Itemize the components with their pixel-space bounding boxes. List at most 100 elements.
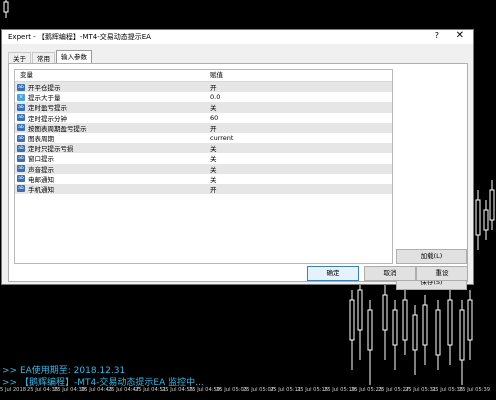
param-value[interactable]: current: [205, 134, 392, 142]
table-row[interactable]: ab 电邮通知关: [15, 174, 392, 184]
ab-icon: ab: [17, 103, 25, 111]
candle-body: [392, 309, 398, 346]
candle-body: [489, 189, 495, 221]
param-value[interactable]: 关: [205, 143, 392, 153]
param-value[interactable]: 60: [205, 114, 392, 122]
param-value[interactable]: 关: [205, 153, 392, 163]
ab-icon: ab: [17, 185, 25, 193]
param-name-cell: ab 按图表周期盈亏提示: [15, 123, 205, 133]
param-value[interactable]: 关: [205, 174, 392, 184]
time-label: 25 Jul 05:39: [459, 387, 491, 393]
candle-body: [483, 209, 489, 231]
time-axis: 5 Jul 2018 25 Jul 04:35 25 Jul 04:39 25 Jul…: [0, 387, 496, 400]
table-row[interactable]: ab 按图表周期盈亏提示开: [15, 122, 392, 133]
candle-body: [459, 309, 465, 361]
time-label: 5 Jul 2018: [0, 387, 27, 393]
table-row[interactable]: ab 定时盈亏提示关: [15, 102, 392, 113]
table-row[interactable]: ab 开平仓提示开: [15, 82, 392, 93]
time-label: 25 Jul 05:31: [405, 387, 437, 393]
time-label: 25 Jul 05:11: [270, 387, 302, 393]
time-label: 25 Jul 05:23: [351, 387, 383, 393]
time-label: 25 Jul 04:47: [108, 387, 140, 393]
candle-body: [382, 294, 388, 331]
cancel-button[interactable]: 取消: [364, 266, 416, 281]
param-name: 定时只提示亏损: [28, 145, 74, 154]
param-value[interactable]: 0.0: [205, 93, 392, 101]
ab-icon: ab: [17, 124, 25, 132]
table-row[interactable]: ab 声音提示关: [15, 163, 392, 174]
table-header: 变量 赋值: [15, 70, 392, 82]
candle-body: [349, 299, 355, 341]
candle-body: [467, 299, 473, 341]
param-name-cell: ab 电邮通知: [15, 174, 205, 184]
param-value[interactable]: 开: [205, 123, 392, 133]
candle-body: [357, 289, 363, 331]
dialog-title: Expert - 【鹅辉编程】-MT4-交易动态提示EA: [8, 33, 151, 41]
param-value[interactable]: 关: [205, 102, 392, 112]
load-button[interactable]: 加载(L): [396, 249, 467, 264]
param-name-cell: ab 手机通知: [15, 184, 205, 194]
inputs-panel: 变量 赋值 ab 开平仓提示开 V 提示大于量 0.0 ab 定时盈亏提示关 ab 定时提示分钟…: [8, 63, 468, 290]
candle-body: [422, 304, 428, 346]
table-row[interactable]: ab 定时提示分钟 60: [15, 113, 392, 123]
param-name: 开平仓提示: [28, 84, 61, 93]
parameters-table: 变量 赋值 ab 开平仓提示开 V 提示大于量 0.0 ab 定时盈亏提示关 ab 定时提示分钟…: [14, 69, 393, 264]
table-row[interactable]: ab 定时只提示亏损关: [15, 143, 392, 154]
time-label: 25 Jul 05:35: [432, 387, 464, 393]
param-value[interactable]: 开: [205, 184, 392, 194]
param-name-cell: ab 定时只提示亏损: [15, 143, 205, 153]
help-icon[interactable]: ?: [435, 31, 439, 40]
expert-properties-dialog: Expert - 【鹅辉编程】-MT4-交易动态提示EA ? ✕ 关于 常用 输…: [1, 29, 474, 290]
ab-icon: ab: [17, 114, 25, 122]
time-label: 25 Jul 04:51: [135, 387, 167, 393]
candle-body: [3, 1, 9, 13]
v2-icon: V: [17, 93, 25, 101]
param-name: 声音提示: [28, 165, 54, 174]
close-icon[interactable]: ✕: [456, 30, 464, 41]
param-name: 定时盈亏提示: [28, 104, 67, 113]
table-row[interactable]: ab 窗口提示关: [15, 153, 392, 163]
table-row[interactable]: V 提示大于量 0.0: [15, 92, 392, 102]
candle-body: [435, 309, 441, 356]
param-name: 手机通知: [28, 185, 54, 194]
time-label: 25 Jul 05:15: [297, 387, 329, 393]
table-body: ab 开平仓提示开 V 提示大于量 0.0 ab 定时盈亏提示关 ab 定时提示分钟 60 ab 按图…: [15, 82, 392, 195]
time-label: 25 Jul 05:03: [216, 387, 248, 393]
time-label: 25 Jul 04:39: [54, 387, 86, 393]
header-variable: 变量: [20, 71, 33, 79]
ok-button[interactable]: 确定: [307, 266, 359, 281]
time-label: 25 Jul 04:43: [81, 387, 113, 393]
param-name: 定时提示分钟: [28, 114, 67, 123]
ab-icon: ab: [17, 154, 25, 162]
ab-icon: ab: [17, 134, 25, 142]
candle-body: [402, 299, 408, 341]
time-label: 25 Jul 05:27: [378, 387, 410, 393]
header-value: 赋值: [210, 71, 223, 79]
ab-icon: ab: [17, 83, 25, 91]
param-name: 提示大于量: [28, 94, 61, 103]
param-name: 电邮通知: [28, 175, 54, 184]
time-label: 25 Jul 04:59: [189, 387, 221, 393]
param-name-cell: ab 开平仓提示: [15, 82, 205, 92]
param-name: 图表周期: [28, 135, 54, 144]
param-value[interactable]: 开: [205, 82, 392, 92]
ab-icon: ab: [17, 175, 25, 183]
ab-icon: ab: [17, 165, 25, 173]
table-row[interactable]: ab 手机通知开: [15, 183, 392, 195]
candle-body: [447, 299, 453, 346]
param-value[interactable]: 关: [205, 164, 392, 174]
param-name-cell: ab 窗口提示: [15, 153, 205, 163]
table-row[interactable]: ab 图表周期 current: [15, 133, 392, 143]
param-name-cell: ab 定时提示分钟: [15, 113, 205, 123]
param-name: 窗口提示: [28, 155, 54, 164]
param-name-cell: ab 图表周期: [15, 133, 205, 143]
time-label: 25 Jul 05:19: [324, 387, 356, 393]
dialog-titlebar[interactable]: Expert - 【鹅辉编程】-MT4-交易动态提示EA ? ✕: [2, 30, 473, 44]
param-name-cell: ab 声音提示: [15, 164, 205, 174]
tab-bar: 关于 常用 输入参数: [8, 50, 93, 65]
reset-button[interactable]: 重设: [416, 266, 468, 281]
candle-body: [475, 199, 481, 236]
ab-icon: ab: [17, 144, 25, 152]
param-name-cell: ab 定时盈亏提示: [15, 102, 205, 112]
time-label: 25 Jul 04:55: [162, 387, 194, 393]
